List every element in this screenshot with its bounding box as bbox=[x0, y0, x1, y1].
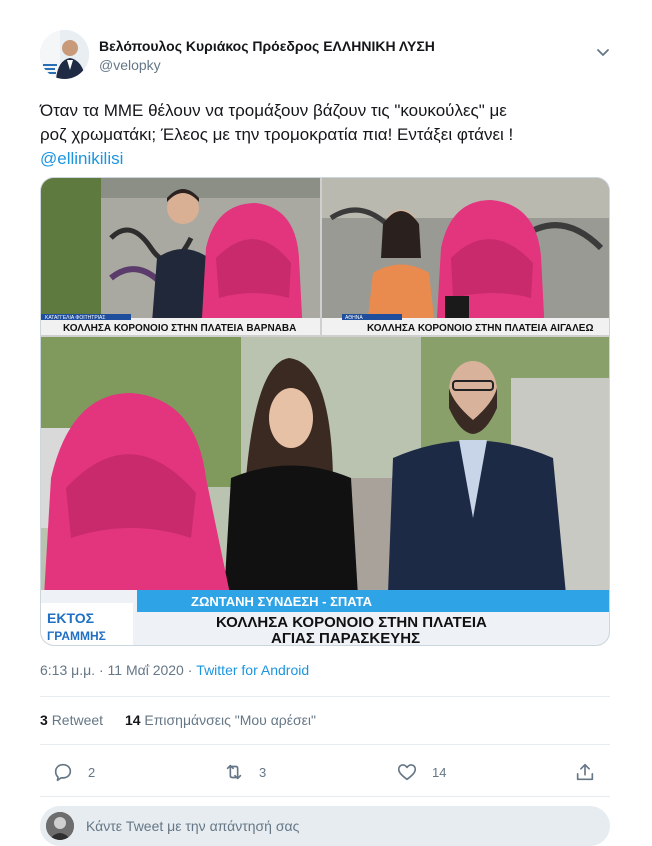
reply-icon bbox=[54, 763, 72, 782]
mention-link[interactable]: @ellinikilisi bbox=[40, 147, 615, 171]
tweet-meta: 6:13 μ.μ. · 11 Μαΐ 2020 · Twitter for An… bbox=[40, 662, 309, 678]
likes-stat[interactable]: 14 Επισημάνσεις "Μου αρέσει" bbox=[125, 712, 316, 728]
meta-separator: · bbox=[95, 662, 108, 678]
tweet-actions: 2 3 14 bbox=[40, 758, 610, 786]
likes-label: Επισημάνσεις "Μου αρέσει" bbox=[144, 712, 316, 728]
profile-photo-icon bbox=[40, 30, 89, 79]
share-button[interactable] bbox=[574, 758, 596, 786]
reply-count: 2 bbox=[88, 764, 96, 780]
reply-placeholder: Κάντε Tweet με την απάντησή σας bbox=[86, 818, 300, 834]
panel-label: ΚΑΤΑΓΓΕΛΙΑ ΦΟΙΤΗΤΡΙΑΣ bbox=[45, 315, 105, 321]
bottom-caption-line: ΑΓΙΑΣ ΠΑΡΑΣΚΕΥΗΣ bbox=[271, 630, 420, 646]
tweet-stats: 3 Retweet 14 Επισημάνσεις "Μου αρέσει" bbox=[40, 712, 334, 728]
heart-icon bbox=[397, 764, 417, 781]
news-collage-image: ΚΑΤΑΓΓΕΛΙΑ ΦΟΙΤΗΤΡΙΑΣ ΚΟΛΛΗΣΑ ΚΟΡΟΝΟΙΟ Σ… bbox=[41, 178, 609, 646]
retweet-button[interactable]: 3 bbox=[223, 758, 266, 786]
author-handle[interactable]: @velopky bbox=[99, 57, 161, 73]
channel-logo-text: ΓΡΑΜΜΗΣ bbox=[47, 629, 106, 643]
tweet-text-line: ροζ χρωματάκι; Έλεος με την τρομοκρατία … bbox=[40, 125, 514, 144]
retweet-count: 3 bbox=[259, 764, 267, 780]
panel-label: ΑΘΗΝΑ bbox=[345, 315, 363, 321]
user-avatar bbox=[46, 812, 74, 840]
panel-caption: ΚΟΛΛΗΣΑ ΚΟΡΟΝΟΙΟ ΣΤΗΝ ΠΛΑΤΕΙΑ ΒΑΡΝΑΒΑ bbox=[63, 323, 296, 334]
tweet-header: Βελόπουλος Κυριάκος Πρόεδρος ΕΛΛΗΝΙΚΗ ΛΥ… bbox=[40, 30, 620, 82]
chevron-down-icon[interactable] bbox=[595, 44, 611, 60]
tweet-time[interactable]: 6:13 μ.μ. bbox=[40, 662, 95, 678]
retweet-icon bbox=[226, 764, 242, 780]
user-photo-icon bbox=[46, 812, 74, 840]
reply-input[interactable]: Κάντε Tweet με την απάντησή σας bbox=[40, 806, 610, 846]
author-name[interactable]: Βελόπουλος Κυριάκος Πρόεδρος ΕΛΛΗΝΙΚΗ ΛΥ… bbox=[99, 38, 435, 54]
author-avatar[interactable] bbox=[40, 30, 89, 79]
divider bbox=[40, 796, 610, 797]
reply-button[interactable]: 2 bbox=[52, 758, 95, 786]
panel-caption: ΚΟΛΛΗΣΑ ΚΟΡΟΝΟΙΟ ΣΤΗΝ ΠΛΑΤΕΙΑ ΑΙΓΑΛΕΩ bbox=[367, 323, 593, 334]
tweet-media-image[interactable]: ΚΑΤΑΓΓΕΛΙΑ ΦΟΙΤΗΤΡΙΑΣ ΚΟΛΛΗΣΑ ΚΟΡΟΝΟΙΟ Σ… bbox=[40, 177, 610, 646]
retweets-count: 3 bbox=[40, 712, 48, 728]
tweet-date[interactable]: 11 Μαΐ 2020 bbox=[108, 662, 184, 678]
share-icon bbox=[576, 763, 594, 781]
live-label: ΖΩΝΤΑΝΗ ΣΥΝΔΕΣΗ - ΣΠΑΤΑ bbox=[191, 594, 373, 609]
tweet-text: Όταν τα ΜΜΕ θέλουν να τρομάξουν βάζουν τ… bbox=[40, 99, 615, 171]
divider bbox=[40, 744, 610, 745]
retweets-label: Retweet bbox=[51, 712, 104, 728]
meta-separator: · bbox=[183, 662, 197, 678]
likes-count: 14 bbox=[124, 712, 141, 728]
bottom-caption-line: ΚΟΛΛΗΣΑ ΚΟΡΟΝΟΙΟ ΣΤΗΝ ΠΛΑΤΕΙΑ bbox=[216, 614, 487, 631]
channel-logo-text: ΕΚΤΟΣ bbox=[47, 610, 94, 626]
like-count: 14 bbox=[432, 764, 447, 780]
tweet-text-line: Όταν τα ΜΜΕ θέλουν να τρομάξουν βάζουν τ… bbox=[40, 101, 507, 120]
divider bbox=[40, 696, 610, 697]
retweets-stat[interactable]: 3 Retweet bbox=[40, 712, 103, 728]
tweet-source-link[interactable]: Twitter for Android bbox=[196, 662, 309, 678]
like-button[interactable]: 14 bbox=[396, 758, 446, 786]
